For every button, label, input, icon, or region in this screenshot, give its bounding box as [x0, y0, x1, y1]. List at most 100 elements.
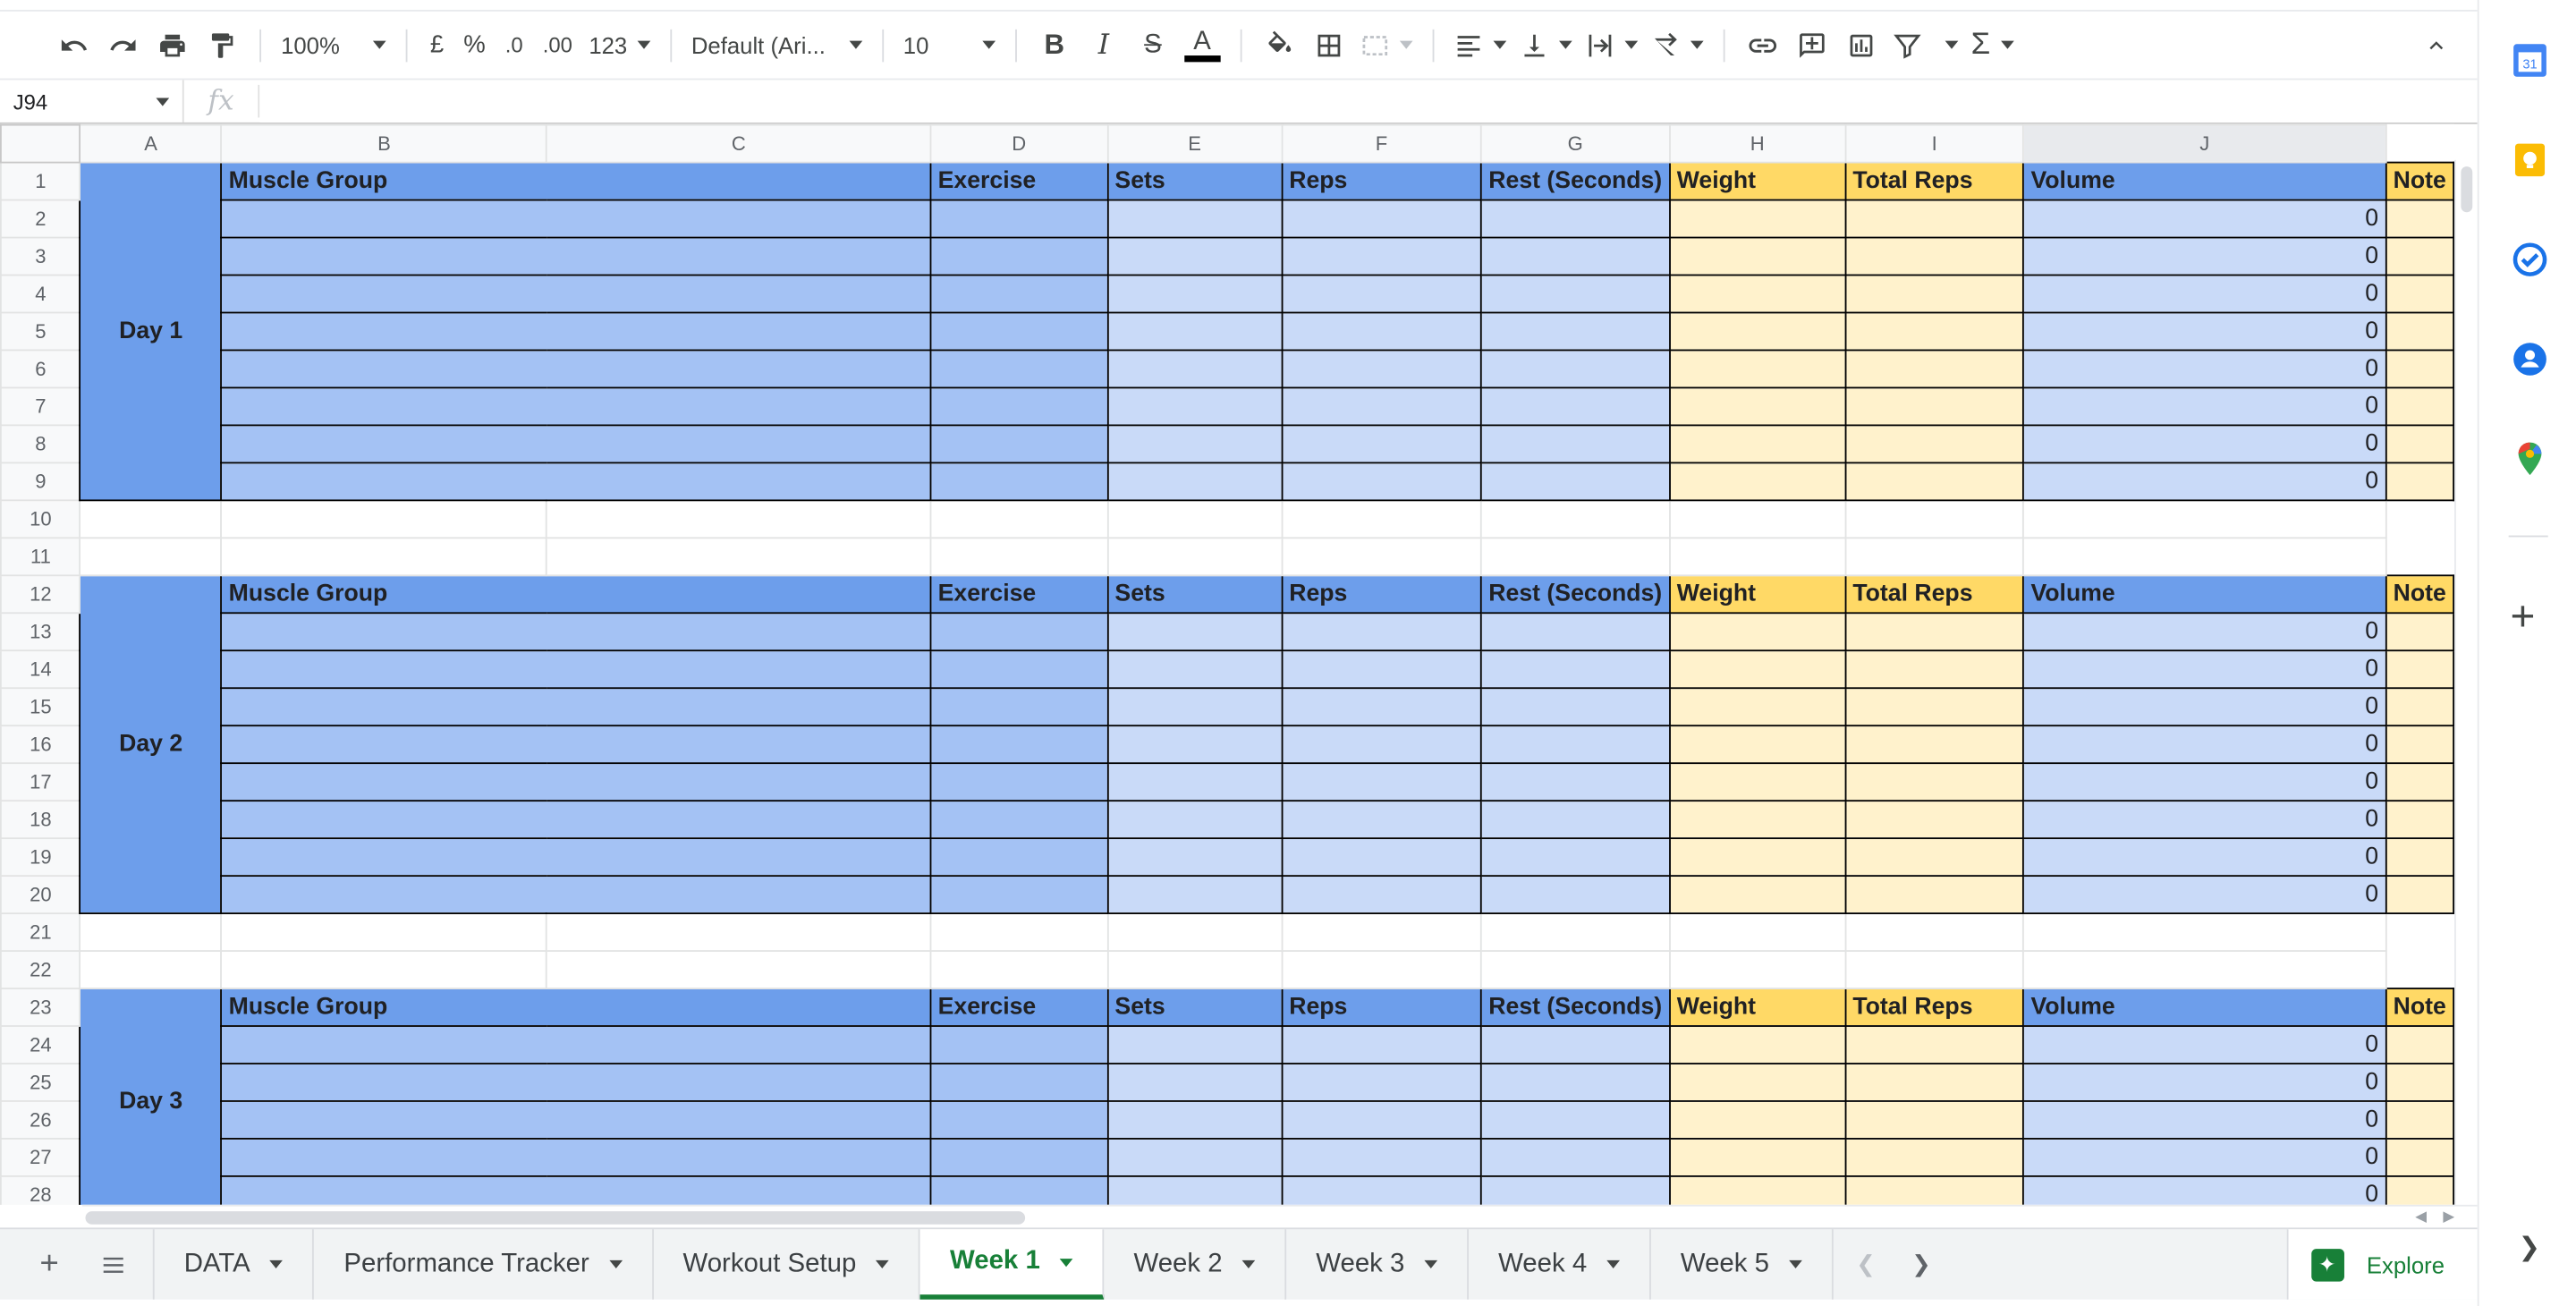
empty-cell[interactable]	[2022, 950, 2387, 989]
total-reps-cell[interactable]	[1844, 725, 2025, 765]
horizontal-align-dropdown[interactable]	[1447, 21, 1513, 70]
muscle-group-cell[interactable]	[220, 800, 932, 840]
empty-cell[interactable]	[1844, 912, 2025, 952]
header-cell[interactable]: Note	[2385, 988, 2455, 1027]
reps-cell[interactable]	[1281, 199, 1482, 239]
volume-cell[interactable]: 0	[2022, 424, 2387, 464]
row-header-26[interactable]: 26	[0, 1100, 81, 1140]
row-header-20[interactable]: 20	[0, 875, 81, 915]
row-header-7[interactable]: 7	[0, 386, 81, 427]
empty-cell[interactable]	[2022, 499, 2387, 539]
exercise-cell[interactable]	[929, 1063, 1109, 1102]
total-reps-cell[interactable]	[1844, 311, 2025, 352]
scroll-left-icon[interactable]: ◀	[2415, 1208, 2427, 1226]
empty-cell[interactable]	[2022, 912, 2387, 952]
total-reps-cell[interactable]	[1844, 612, 2025, 652]
chevron-down-icon[interactable]	[876, 1259, 890, 1269]
note-cell[interactable]	[2385, 311, 2455, 352]
weight-cell[interactable]	[1668, 349, 1846, 389]
reps-cell[interactable]	[1281, 1175, 1482, 1205]
column-header-h[interactable]: H	[1668, 123, 1846, 164]
empty-cell[interactable]	[929, 537, 1109, 577]
row-header-11[interactable]: 11	[0, 537, 81, 577]
exercise-cell[interactable]	[929, 349, 1109, 389]
sets-cell[interactable]	[1106, 612, 1283, 652]
expand-panel-icon[interactable]: ❯	[2519, 1231, 2541, 1264]
note-cell[interactable]	[2385, 424, 2455, 464]
chevron-down-icon[interactable]	[608, 1259, 623, 1269]
scroll-arrows[interactable]: ◀ ▶	[2415, 1208, 2454, 1226]
exercise-cell[interactable]	[929, 199, 1109, 239]
rest-cell[interactable]	[1480, 386, 1671, 427]
rest-cell[interactable]	[1480, 649, 1671, 690]
note-cell[interactable]	[2385, 687, 2455, 727]
header-cell[interactable]: Note	[2385, 574, 2455, 615]
rest-cell[interactable]	[1480, 837, 1671, 878]
decrease-decimal-button[interactable]: .0	[496, 21, 533, 70]
weight-cell[interactable]	[1668, 1063, 1846, 1102]
tab-week-1[interactable]: Week 1	[919, 1229, 1105, 1300]
volume-cell[interactable]: 0	[2022, 1100, 2387, 1140]
empty-cell[interactable]	[929, 912, 1109, 952]
muscle-group-cell[interactable]	[220, 762, 932, 802]
day-label[interactable]: Day 2	[79, 574, 223, 915]
reps-cell[interactable]	[1281, 687, 1482, 727]
column-header-j[interactable]: J	[2022, 123, 2387, 164]
chart-icon[interactable]	[1836, 21, 1885, 70]
rest-cell[interactable]	[1480, 1138, 1671, 1177]
total-reps-cell[interactable]	[1844, 687, 2025, 727]
empty-cell[interactable]	[1281, 912, 1482, 952]
total-reps-cell[interactable]	[1844, 349, 2025, 389]
row-header-10[interactable]: 10	[0, 499, 81, 539]
increase-decimal-button[interactable]: .00	[533, 21, 582, 70]
vertical-scroll-thumb[interactable]	[2461, 166, 2473, 213]
empty-cell[interactable]	[1844, 537, 2025, 577]
paint-format-icon[interactable]	[197, 21, 246, 70]
all-sheets-icon[interactable]	[72, 1229, 155, 1300]
exercise-cell[interactable]	[929, 649, 1109, 690]
chevron-down-icon[interactable]	[1059, 1258, 1073, 1267]
note-cell[interactable]	[2385, 349, 2455, 389]
exercise-cell[interactable]	[929, 837, 1109, 878]
calendar-icon[interactable]: 31	[2512, 42, 2547, 78]
total-reps-cell[interactable]	[1844, 800, 2025, 840]
row-header-18[interactable]: 18	[0, 800, 81, 840]
header-cell[interactable]: Volume	[2022, 574, 2387, 615]
empty-cell[interactable]	[220, 950, 548, 989]
bold-icon[interactable]: B	[1030, 21, 1079, 70]
reps-cell[interactable]	[1281, 612, 1482, 652]
weight-cell[interactable]	[1668, 1025, 1846, 1064]
volume-cell[interactable]: 0	[2022, 1025, 2387, 1064]
weight-cell[interactable]	[1668, 1100, 1846, 1140]
header-cell[interactable]: Total Reps	[1844, 574, 2025, 615]
contacts-icon[interactable]	[2512, 341, 2547, 377]
row-header-3[interactable]: 3	[0, 236, 81, 276]
weight-cell[interactable]	[1668, 311, 1846, 352]
empty-cell[interactable]	[929, 499, 1109, 539]
rest-cell[interactable]	[1480, 424, 1671, 464]
empty-cell[interactable]	[79, 537, 223, 577]
volume-cell[interactable]: 0	[2022, 649, 2387, 690]
exercise-cell[interactable]	[929, 386, 1109, 427]
note-cell[interactable]	[2385, 1175, 2455, 1205]
rest-cell[interactable]	[1480, 199, 1671, 239]
total-reps-cell[interactable]	[1844, 837, 2025, 878]
header-cell[interactable]: Total Reps	[1844, 161, 2025, 201]
header-cell[interactable]: Weight	[1668, 988, 1846, 1027]
column-header-c[interactable]: C	[546, 123, 932, 164]
chevron-down-icon[interactable]	[1424, 1259, 1438, 1269]
muscle-group-cell[interactable]	[220, 837, 932, 878]
reps-cell[interactable]	[1281, 1100, 1482, 1140]
header-cell[interactable]: Exercise	[929, 161, 1109, 201]
weight-cell[interactable]	[1668, 725, 1846, 765]
volume-cell[interactable]: 0	[2022, 837, 2387, 878]
weight-cell[interactable]	[1668, 199, 1846, 239]
muscle-group-cell[interactable]	[220, 462, 932, 502]
row-header-9[interactable]: 9	[0, 462, 81, 502]
header-cell[interactable]: Muscle Group	[220, 161, 932, 201]
exercise-cell[interactable]	[929, 875, 1109, 915]
muscle-group-cell[interactable]	[220, 1063, 932, 1102]
rest-cell[interactable]	[1480, 462, 1671, 502]
header-cell[interactable]: Sets	[1106, 988, 1283, 1027]
note-cell[interactable]	[2385, 1063, 2455, 1102]
